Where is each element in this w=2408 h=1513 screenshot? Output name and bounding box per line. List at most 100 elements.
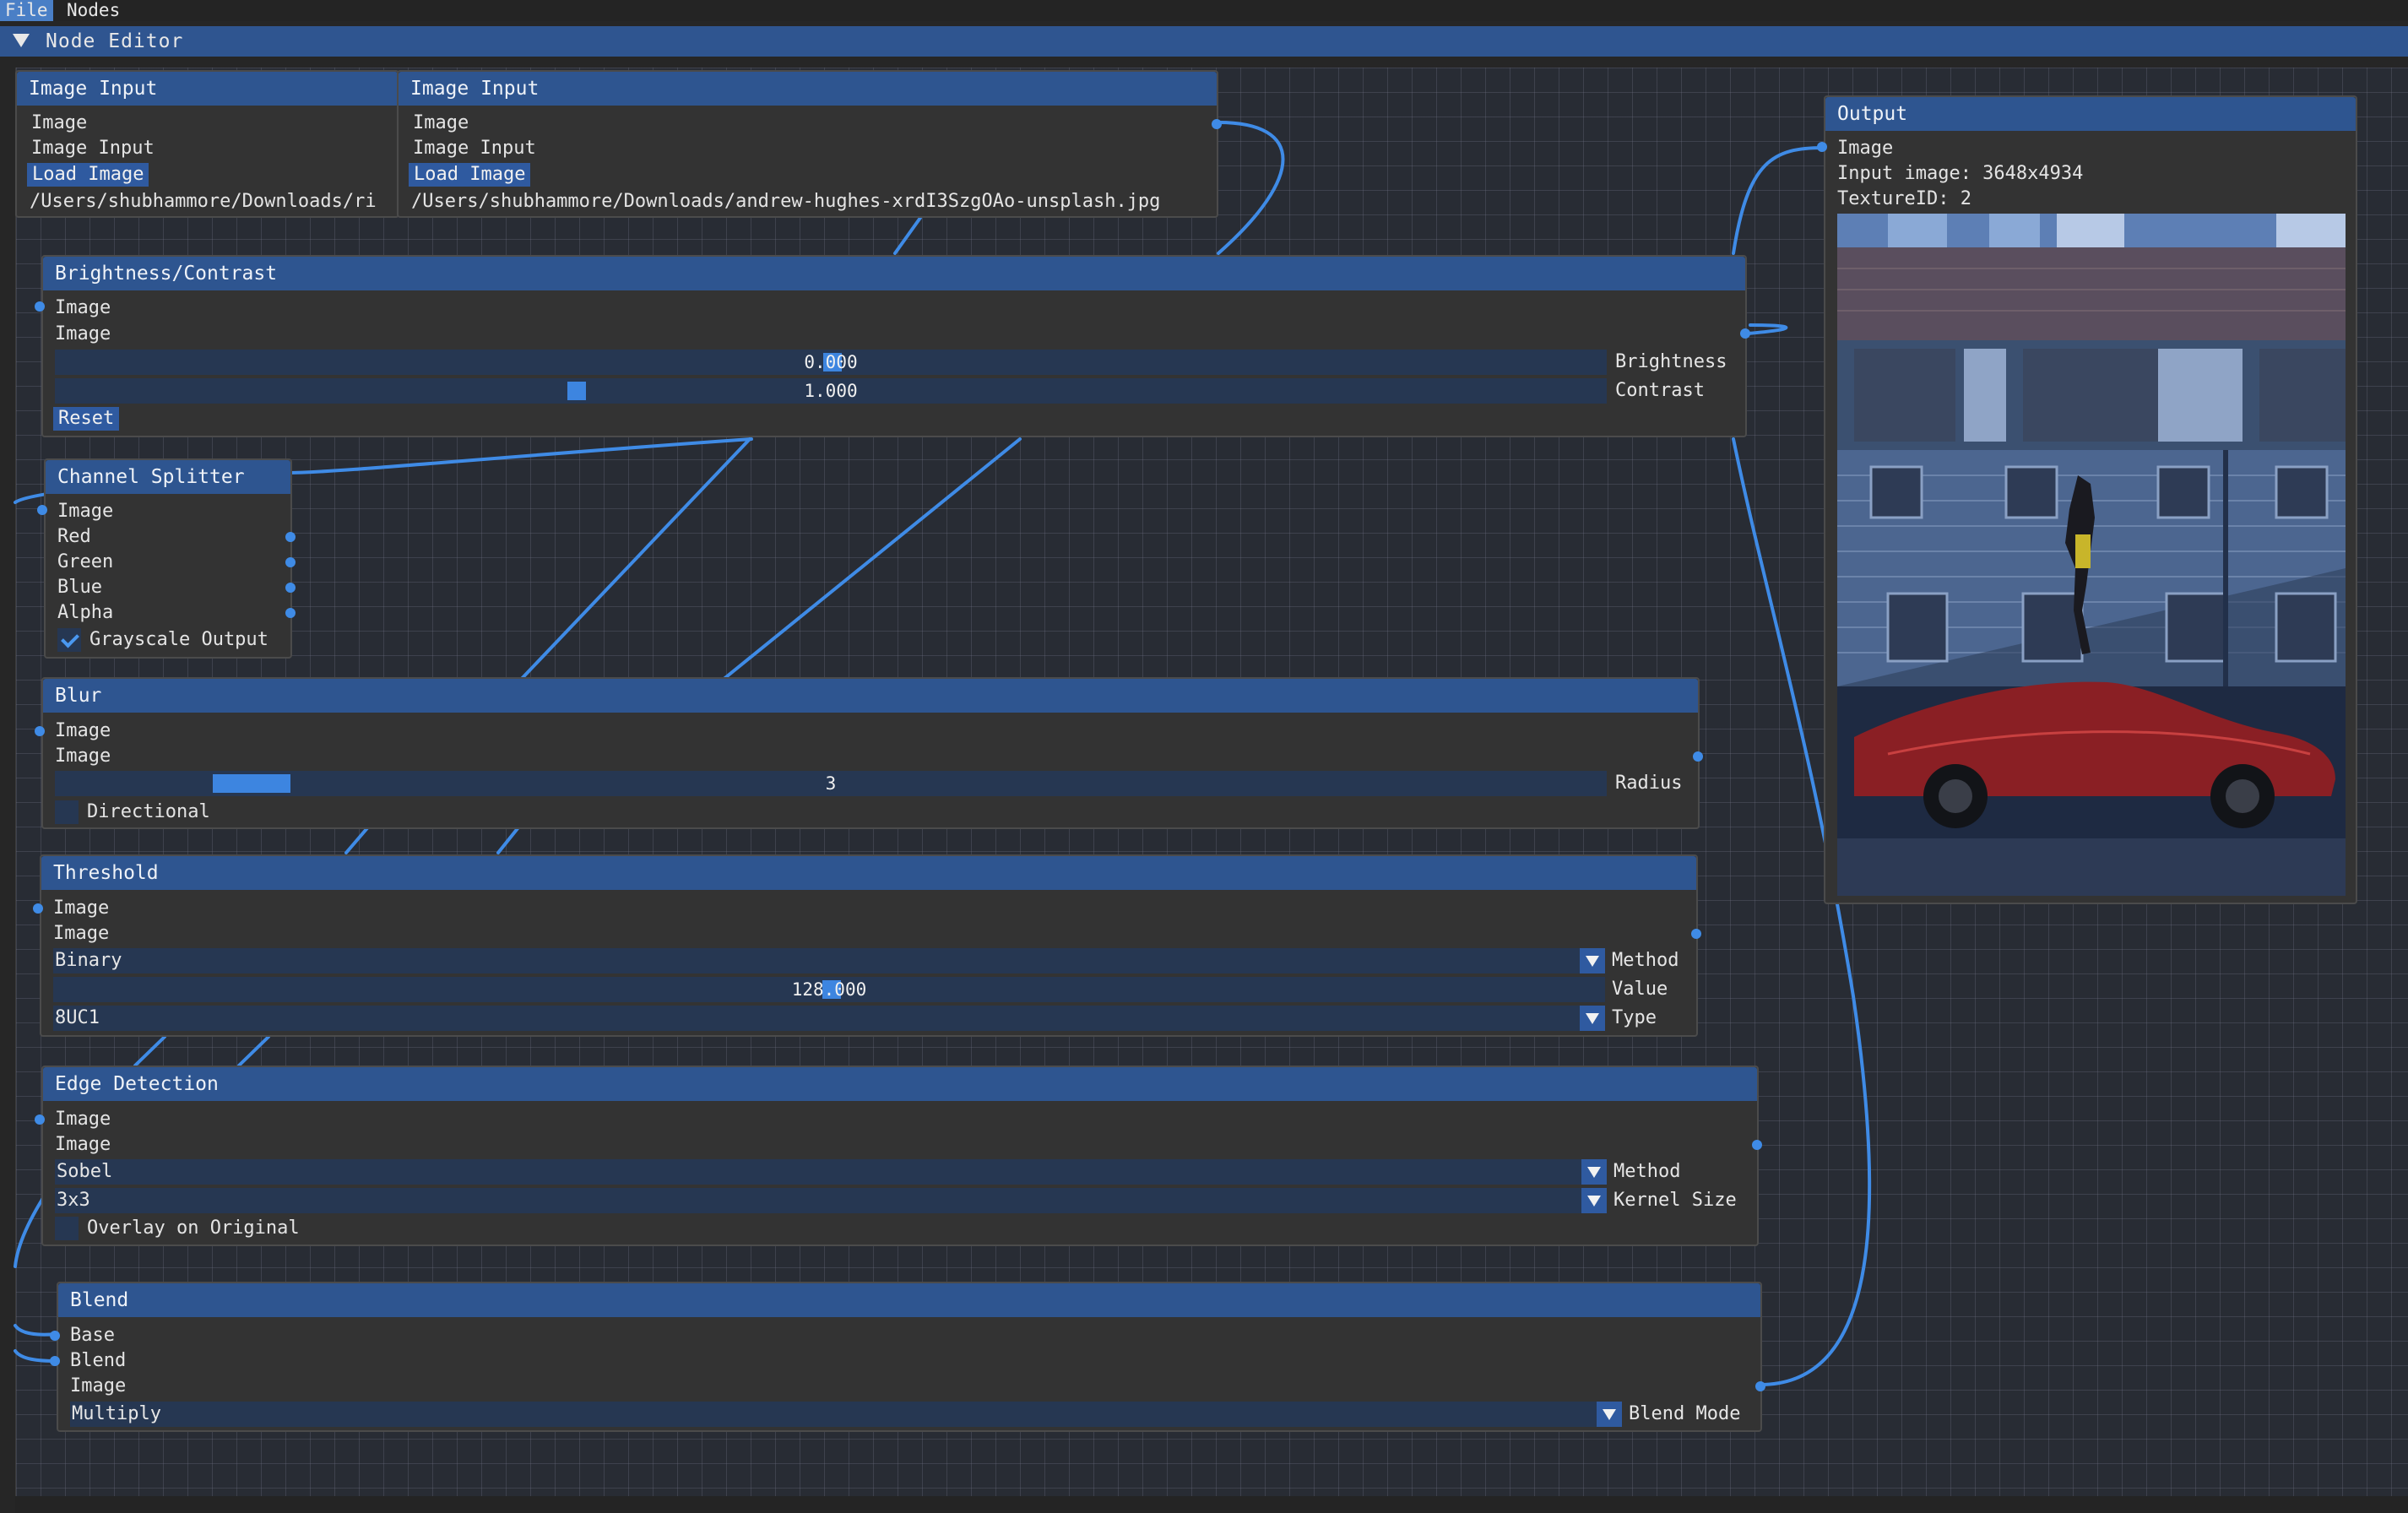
image-input-node-2[interactable]: Image Input Image Image Input Load Image…: [397, 70, 1222, 218]
threshold-node[interactable]: Threshold Image Image Binary Method 128.…: [33, 854, 1701, 1037]
output-preview-image: [1837, 214, 2346, 896]
input-pin[interactable]: [35, 1114, 45, 1125]
chevron-down-icon[interactable]: [1580, 948, 1605, 973]
method-label: Method: [1612, 950, 1679, 971]
output-pin[interactable]: [1693, 751, 1703, 762]
kernel-size-value: 3x3: [57, 1190, 90, 1211]
threshold-value: 128.000: [791, 979, 867, 1000]
load-image-button[interactable]: Load Image: [409, 163, 531, 187]
value-slider[interactable]: 128.000: [53, 977, 1605, 1002]
blend-mode-value: Multiply: [72, 1403, 161, 1424]
directional-label: Directional: [87, 801, 210, 822]
node-title[interactable]: Output: [1825, 97, 2356, 131]
overlay-checkbox[interactable]: [55, 1217, 79, 1240]
menu-nodes[interactable]: Nodes: [62, 0, 125, 21]
input-label: Image: [55, 1109, 111, 1130]
kernel-size-dropdown[interactable]: 3x3: [55, 1188, 1607, 1213]
edge-method-label: Method: [1613, 1161, 1681, 1182]
output-pin[interactable]: [1752, 1140, 1762, 1150]
image-input-node-1[interactable]: Image Input Image Image Input Load Image…: [15, 70, 399, 218]
output-red-pin[interactable]: [285, 532, 296, 542]
input-label: Image: [55, 720, 111, 741]
brightness-value: 0.000: [804, 352, 858, 372]
node-title[interactable]: Image Input: [17, 72, 398, 106]
directional-checkbox[interactable]: [55, 800, 79, 824]
edge-detection-node[interactable]: Edge Detection Image Image Sobel Method …: [35, 1066, 1762, 1246]
output-pin[interactable]: [1740, 328, 1750, 339]
output-node[interactable]: Output Image Input image: 3648x4934 Text…: [1817, 95, 2357, 904]
input-pin[interactable]: [1817, 142, 1827, 152]
input-label: Image: [57, 501, 114, 522]
window-title: Node Editor: [46, 30, 184, 52]
kernel-size-label: Kernel Size: [1613, 1190, 1737, 1211]
edge-method-value: Sobel: [57, 1161, 113, 1182]
blend-input-pin[interactable]: [50, 1356, 60, 1366]
output-pin[interactable]: [1691, 929, 1701, 939]
overlay-label: Overlay on Original: [87, 1217, 300, 1239]
base-label: Base: [70, 1325, 115, 1346]
input-label: Image: [53, 897, 110, 919]
input-pin[interactable]: [35, 301, 45, 312]
image-info: Input image: 3648x4934: [1837, 163, 2084, 184]
node-title[interactable]: Brightness/Contrast: [43, 257, 1745, 290]
blend-node[interactable]: Blend Base Blend Image Multiply Blend Mo…: [50, 1282, 1765, 1432]
input-pin[interactable]: [33, 903, 43, 914]
edge-method-dropdown[interactable]: Sobel: [55, 1159, 1607, 1185]
output-alpha-pin[interactable]: [285, 608, 296, 618]
file-path: /Users/shubhammore/Downloads/andrew-hugh…: [411, 191, 1161, 212]
grayscale-checkbox[interactable]: [57, 628, 81, 652]
blend-mode-dropdown[interactable]: Multiply: [70, 1402, 1622, 1427]
grayscale-label: Grayscale Output: [89, 629, 268, 650]
node-title[interactable]: Threshold: [41, 856, 1696, 890]
output-pin[interactable]: [1755, 1381, 1765, 1391]
output-label: Image: [55, 746, 111, 767]
output-green-pin[interactable]: [285, 557, 296, 567]
method-value: Binary: [55, 950, 122, 971]
base-input-pin[interactable]: [50, 1331, 60, 1341]
node-name-label: Image Input: [31, 138, 155, 159]
node-title[interactable]: Blend: [58, 1283, 1760, 1317]
brightness-slider[interactable]: 0.000: [55, 350, 1607, 375]
method-dropdown[interactable]: Binary: [53, 948, 1605, 973]
input-pin[interactable]: [37, 505, 47, 515]
reset-button[interactable]: Reset: [53, 407, 120, 431]
output-label: Image: [53, 923, 110, 944]
contrast-slider[interactable]: 1.000: [55, 378, 1607, 404]
output-label: Image: [55, 1134, 111, 1155]
type-dropdown[interactable]: 8UC1: [53, 1006, 1605, 1031]
node-editor-titlebar[interactable]: Node Editor: [0, 26, 2408, 57]
node-title[interactable]: Edge Detection: [43, 1067, 1757, 1101]
blur-node[interactable]: Blur Image Image 3 Radius Directional: [35, 677, 1703, 829]
radius-value: 3: [825, 773, 837, 794]
input-label: Image: [1837, 138, 1894, 159]
radius-label: Radius: [1615, 773, 1683, 794]
node-title[interactable]: Channel Splitter: [46, 460, 290, 494]
output-pin[interactable]: [1212, 119, 1222, 129]
brightness-contrast-node[interactable]: Brightness/Contrast Image Image 0.000 Br…: [35, 255, 1750, 437]
output-blue-pin[interactable]: [285, 583, 296, 593]
radius-slider[interactable]: 3: [55, 771, 1607, 796]
input-label: Image: [55, 297, 111, 318]
node-title[interactable]: Blur: [43, 679, 1698, 713]
channel-splitter-node[interactable]: Channel Splitter Image Red Green Blue Al…: [37, 458, 296, 659]
menu-file[interactable]: File: [0, 0, 53, 21]
output-label: Image: [55, 323, 111, 344]
output-red-label: Red: [57, 526, 91, 547]
chevron-down-icon[interactable]: [1581, 1159, 1607, 1185]
output-blue-label: Blue: [57, 577, 102, 598]
contrast-label: Contrast: [1615, 380, 1705, 401]
input-pin[interactable]: [35, 726, 45, 736]
type-value: 8UC1: [55, 1007, 100, 1028]
node-title[interactable]: Image Input: [399, 72, 1217, 106]
blend-mode-label: Blend Mode: [1629, 1403, 1741, 1424]
load-image-button[interactable]: Load Image: [27, 163, 149, 187]
chevron-down-icon[interactable]: [1581, 1188, 1607, 1213]
type-label: Type: [1612, 1007, 1657, 1028]
output-label: Image: [31, 112, 88, 133]
contrast-value: 1.000: [804, 381, 858, 401]
texture-id: TextureID: 2: [1837, 188, 1971, 209]
chevron-down-icon[interactable]: [1580, 1006, 1605, 1031]
collapse-triangle-icon[interactable]: [13, 34, 30, 47]
menu-bar: File Nodes: [0, 0, 2408, 21]
chevron-down-icon[interactable]: [1597, 1402, 1622, 1427]
